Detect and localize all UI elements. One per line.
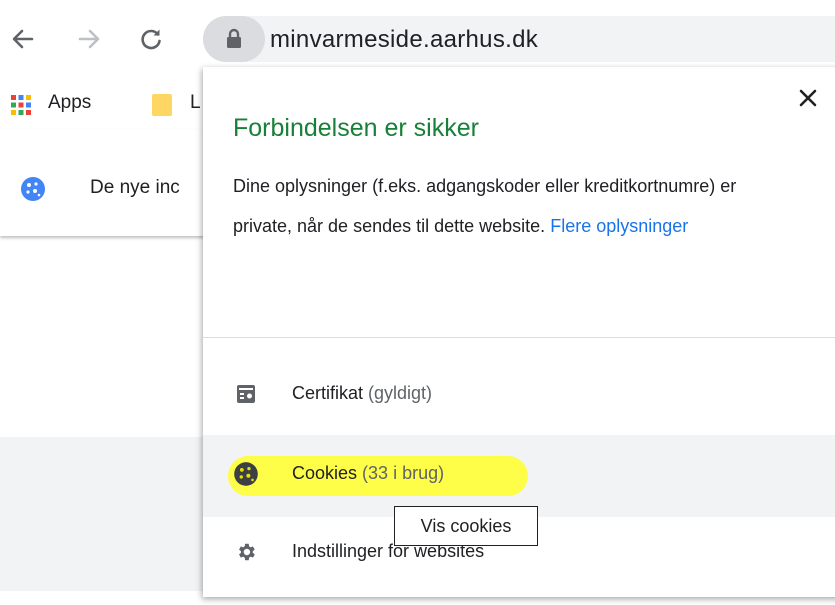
- back-button[interactable]: [6, 22, 40, 56]
- certificate-row[interactable]: Certifikat (gyldigt): [203, 355, 835, 437]
- tooltip: Vis cookies: [394, 506, 538, 546]
- reload-icon: [141, 29, 161, 50]
- cookies-row-content[interactable]: Cookies (33 i brug): [203, 435, 835, 517]
- more-info-link[interactable]: Flere oplysninger: [550, 216, 688, 236]
- reload-button[interactable]: [134, 22, 168, 56]
- popup-description: Dine oplysninger (f.eks. adgangskoder el…: [233, 166, 793, 246]
- arrow-right-icon: [78, 29, 100, 49]
- forward-button[interactable]: [72, 22, 106, 56]
- certificate-label: Certifikat (gyldigt): [292, 383, 432, 404]
- cookies-name: Cookies: [292, 463, 358, 483]
- infobar-message: De nye inc: [90, 177, 180, 198]
- gear-icon: [239, 543, 255, 561]
- apps-grid-icon[interactable]: [10, 94, 32, 116]
- bookmark-folder-label[interactable]: L: [190, 92, 201, 114]
- close-icon[interactable]: [796, 86, 820, 110]
- url-text[interactable]: minvarmeside.aarhus.dk: [270, 26, 538, 54]
- bookmark-folder-icon[interactable]: [150, 92, 174, 118]
- cookie-icon: [234, 462, 258, 486]
- arrow-left-icon: [12, 29, 34, 49]
- certificate-icon: [237, 385, 255, 403]
- certificate-detail: (gyldigt): [368, 383, 433, 403]
- certificate-name: Certifikat: [292, 383, 364, 403]
- divider: [203, 337, 835, 338]
- cookies-detail: (33 i brug): [362, 463, 445, 483]
- popup-title: Forbindelsen er sikker: [233, 114, 479, 142]
- cookies-label: Cookies (33 i brug): [292, 463, 444, 484]
- apps-bookmark-label[interactable]: Apps: [48, 92, 91, 114]
- cookie-icon: [21, 177, 45, 201]
- lock-icon: [227, 28, 241, 48]
- site-info-button[interactable]: [203, 16, 265, 62]
